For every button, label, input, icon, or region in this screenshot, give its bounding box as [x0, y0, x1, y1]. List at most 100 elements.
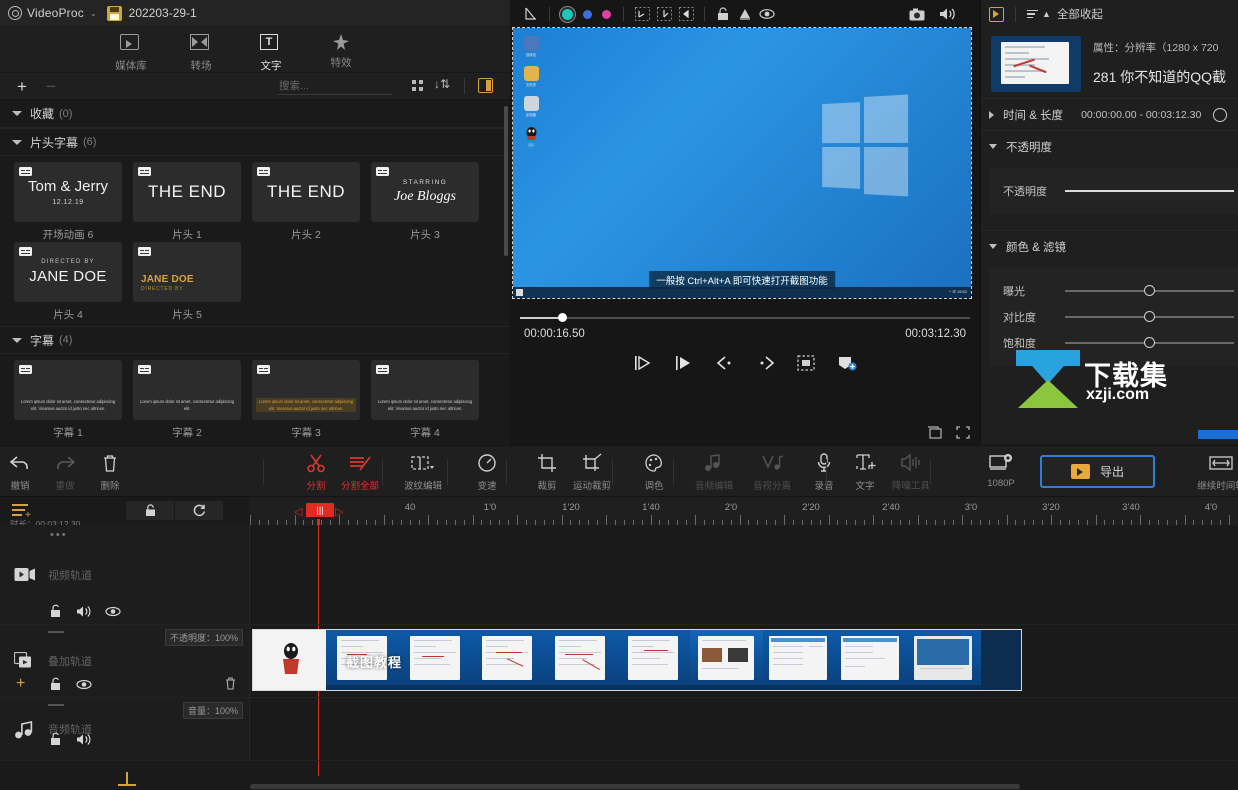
template-item[interactable]: Lorem ipsum dolor sit amet, consectetur …	[14, 360, 133, 440]
ruler-icon[interactable]	[520, 4, 542, 24]
panel-toggle-icon[interactable]	[478, 78, 493, 93]
stopwatch-icon[interactable]	[1213, 107, 1228, 122]
tab-transitions[interactable]: 转场	[166, 27, 236, 73]
prev-frame-button[interactable]	[715, 355, 735, 371]
template-item[interactable]: JANE DOE DIRECTED BY 片头 5	[133, 242, 252, 322]
timeline-hscrollbar[interactable]	[250, 783, 1238, 790]
lock-timeline-button[interactable]	[126, 501, 174, 520]
saturation-slider-row[interactable]: 饱和度	[989, 330, 1238, 356]
timeline-ruler[interactable]: 40 1'0 1'20 1'40 2'0 2'20 2'40 3'0 3'20 …	[250, 497, 1238, 525]
volume-icon[interactable]	[936, 4, 958, 24]
unlock-icon[interactable]	[50, 732, 62, 746]
loop-button[interactable]	[175, 501, 223, 520]
detach-window-button[interactable]	[927, 426, 942, 439]
prev-marker-icon[interactable]: ◁	[294, 505, 302, 518]
drag-handle[interactable]	[48, 704, 64, 706]
track-overlay[interactable]: 叠加轨道 不透明度：100% + 截图教程	[0, 625, 1238, 698]
grid-view-icon[interactable]	[412, 80, 424, 92]
text-button[interactable]: 文字	[839, 451, 891, 492]
template-item[interactable]: Lorem ipsum dolor sit amet, consectetur …	[133, 360, 252, 440]
collapse-all-button[interactable]: ▲ 全部收起	[1027, 6, 1103, 22]
tab-effects[interactable]: 特效	[306, 27, 376, 70]
align-center-icon[interactable]	[653, 4, 675, 24]
opacity-slider-row[interactable]: 不透明度	[989, 178, 1238, 204]
next-marker-icon[interactable]: ▷	[335, 505, 343, 518]
align-left-icon[interactable]	[631, 4, 653, 24]
play-from-start-button[interactable]	[633, 354, 653, 372]
time-duration-section[interactable]: 时间 & 长度 00:00:00.00 - 00:03:12.30	[981, 98, 1238, 130]
saturation-slider[interactable]	[1065, 337, 1234, 349]
tab-media-library[interactable]: 媒体库	[96, 27, 166, 73]
contrast-slider[interactable]	[1065, 311, 1234, 323]
resolution-button[interactable]: 1080P	[975, 451, 1027, 489]
crop-marker-button[interactable]	[797, 354, 816, 372]
delete-track-icon[interactable]	[224, 676, 237, 690]
track-lane[interactable]	[250, 525, 1238, 624]
add-marker-button[interactable]	[837, 354, 857, 372]
unlock-icon[interactable]	[50, 677, 62, 691]
template-item[interactable]: STARRING Joe Bloggs 片头 3	[371, 162, 490, 242]
delete-button[interactable]: 删除	[84, 451, 136, 492]
track-menu-icon[interactable]: •••	[50, 529, 68, 541]
lock-icon[interactable]	[712, 4, 734, 24]
contrast-slider-row[interactable]: 对比度	[989, 304, 1238, 330]
chevron-down-icon[interactable]: ⌄	[90, 9, 97, 18]
timeline-fit-button[interactable]: 继续时间轴	[1195, 451, 1238, 492]
template-item[interactable]: Lorem ipsum dolor sit amet, consectetur …	[252, 360, 371, 440]
exposure-slider-row[interactable]: 曝光	[989, 278, 1238, 304]
eye-icon[interactable]	[105, 606, 121, 617]
section-favorites[interactable]: 收藏 (0)	[0, 100, 510, 128]
eye-icon[interactable]	[76, 679, 92, 690]
track-lane[interactable]	[250, 698, 1238, 760]
volume-badge[interactable]: 音量：100%	[182, 702, 243, 719]
color-dot-blue[interactable]	[583, 9, 592, 19]
align-right-icon[interactable]	[675, 4, 697, 24]
add-button[interactable]: +	[17, 78, 27, 95]
save-icon[interactable]	[106, 5, 122, 21]
section-opening-titles[interactable]: 片头字幕 (6)	[0, 128, 510, 156]
template-item[interactable]: DIRECTED BY JANE DOE 片头 4	[14, 242, 133, 322]
drag-handle[interactable]	[48, 631, 64, 633]
eye-icon[interactable]	[756, 4, 778, 24]
tab-text[interactable]: T 文字	[236, 27, 306, 77]
overlay-clip[interactable]: 截图教程	[252, 629, 1022, 691]
ripple-edit-button[interactable]: 波纹编辑	[397, 451, 449, 492]
color-dot-magenta[interactable]	[602, 9, 611, 19]
audio-split-button[interactable]: 音视分离	[746, 451, 798, 492]
snapshot-icon[interactable]	[906, 4, 928, 24]
play-button[interactable]	[674, 354, 694, 372]
opacity-badge[interactable]: 不透明度：100%	[164, 629, 243, 646]
library-scrollbar[interactable]	[504, 106, 508, 256]
audio-edit-button[interactable]: 音频编辑	[688, 451, 740, 492]
color-filter-section-header[interactable]: 颜色 & 滤镜	[981, 230, 1238, 262]
exposure-slider[interactable]	[1065, 285, 1234, 297]
apply-button[interactable]	[1198, 430, 1238, 439]
track-audio[interactable]: 音频轨道 音量：100%	[0, 698, 1238, 761]
fullscreen-button[interactable]	[956, 426, 970, 439]
search-input[interactable]: 搜索...	[277, 78, 392, 95]
seek-track[interactable]	[520, 317, 970, 319]
sort-icon[interactable]: ↓⇅	[434, 77, 450, 91]
opacity-section-header[interactable]: 不透明度	[981, 130, 1238, 162]
library-content[interactable]: 收藏 (0) 片头字幕 (6) Tom & Jerry 12.12.19 开场动…	[0, 100, 510, 445]
track-lane[interactable]: 截图教程	[250, 625, 1238, 697]
template-item[interactable]: THE END 片头 1	[133, 162, 252, 242]
next-frame-button[interactable]	[756, 355, 776, 371]
split-all-button[interactable]: 分割全部	[334, 451, 386, 492]
video-frame[interactable]: 回收站 文件夹 此电脑 QQ 一般按 Ctrl+Alt+A 即可快速打开截图功能	[512, 27, 972, 299]
playhead-handle[interactable]: |||	[306, 503, 334, 517]
template-item[interactable]: Lorem ipsum dolor sit amet, consectetur …	[371, 360, 490, 440]
color-dot-cyan[interactable]	[562, 8, 573, 20]
template-item[interactable]: THE END 片头 2	[252, 162, 371, 242]
template-item[interactable]: Tom & Jerry 12.12.19 开场动画 6	[14, 162, 133, 242]
add-track-icon[interactable]: +	[12, 503, 31, 520]
add-overlay-track-button[interactable]: +	[16, 676, 25, 692]
volume-icon[interactable]	[76, 733, 91, 746]
track-video[interactable]: ••• 视频轨道	[0, 525, 1238, 625]
remove-button[interactable]: −	[46, 78, 56, 95]
section-subtitles[interactable]: 字幕 (4)	[0, 326, 510, 354]
export-button[interactable]: 导出	[1040, 455, 1155, 488]
volume-icon[interactable]	[76, 605, 91, 618]
unlock-icon[interactable]	[50, 604, 62, 618]
seek-handle[interactable]	[558, 313, 567, 322]
